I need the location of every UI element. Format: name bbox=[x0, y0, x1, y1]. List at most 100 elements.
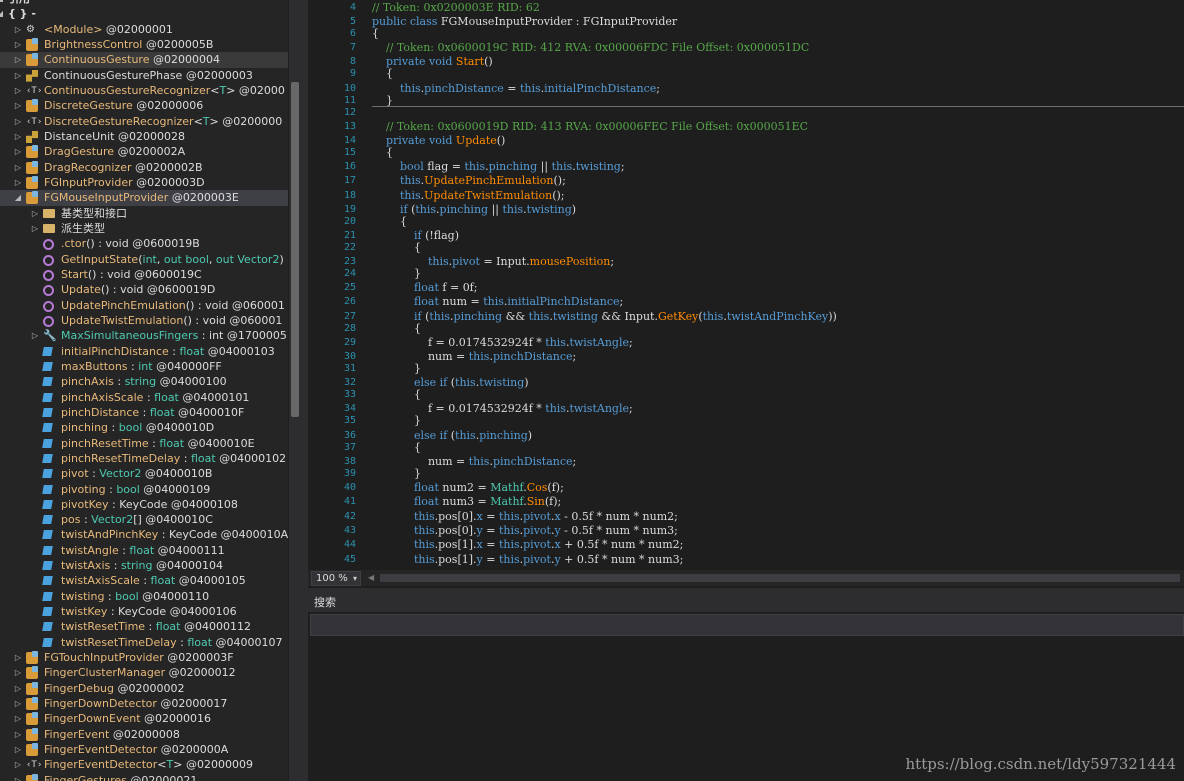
collapsed-arrow-icon[interactable]: ▷ bbox=[14, 757, 22, 772]
tree-item[interactable]: ▷ FingerEventDetector @0200000A bbox=[0, 742, 288, 757]
tree-item[interactable]: ▷ DistanceUnit @02000028 bbox=[0, 129, 288, 144]
tree-item[interactable]: ▷ FGTouchInputProvider @0200003F bbox=[0, 650, 288, 665]
tree-item[interactable]: ◢ { } - bbox=[0, 6, 288, 21]
tree-item-label: FingerDebug @02000002 bbox=[44, 681, 185, 696]
horizontal-scrollbar[interactable] bbox=[380, 574, 1180, 582]
tree-item[interactable]: ▷ 派生类型 bbox=[0, 221, 288, 236]
code-line: 40 float num2 = Mathf.Cos(f); bbox=[308, 481, 1184, 494]
field-icon bbox=[42, 377, 53, 387]
collapsed-arrow-icon[interactable]: ▷ bbox=[14, 98, 22, 113]
tree-item[interactable]: ▷ FingerEvent @02000008 bbox=[0, 727, 288, 742]
tree-item[interactable]: pivot : Vector2 @0400010B bbox=[0, 466, 288, 481]
tree-item[interactable]: Update() : void @0600019D bbox=[0, 282, 288, 297]
collapsed-arrow-icon[interactable]: ▷ bbox=[14, 68, 22, 83]
tree-item[interactable]: twistResetTime : float @04000112 bbox=[0, 619, 288, 634]
tree-item-text: Update bbox=[61, 283, 101, 297]
tree-item[interactable]: pinchAxis : string @04000100 bbox=[0, 374, 288, 389]
collapsed-arrow-icon[interactable]: ▷ bbox=[14, 773, 22, 781]
tree-item[interactable]: ▷ DragGesture @0200002A bbox=[0, 144, 288, 159]
tree-item[interactable]: twistAxisScale : float @04000105 bbox=[0, 573, 288, 588]
collapsed-arrow-icon[interactable]: ▷ bbox=[14, 114, 22, 129]
code-text: { bbox=[372, 388, 421, 401]
collapsed-arrow-icon[interactable]: ▷ bbox=[14, 160, 22, 175]
tree-item[interactable]: GetInputState(int, out bool, out Vector2… bbox=[0, 252, 288, 267]
tree-item-label: DiscreteGestureRecognizer<T> @0200000 bbox=[44, 114, 282, 129]
collapsed-arrow-icon[interactable]: ▷ bbox=[14, 665, 22, 680]
search-input[interactable] bbox=[310, 614, 1184, 636]
collapsed-arrow-icon[interactable]: ▷ bbox=[14, 83, 22, 98]
tree-item[interactable]: UpdatePinchEmulation() : void @060001 bbox=[0, 298, 288, 313]
tree-item-text: ContinuousGestureRecognizer bbox=[44, 83, 211, 97]
tree-item[interactable]: ▷ ‹T› DiscreteGestureRecognizer<T> @020000… bbox=[0, 114, 288, 129]
code-editor[interactable]: 4// Token: 0x0200003E RID: 62 5 public cla… bbox=[308, 0, 1184, 570]
tree-item[interactable]: ▷ FingerDownEvent @02000016 bbox=[0, 711, 288, 726]
tree-item[interactable]: pinchResetTimeDelay : float @04000102 bbox=[0, 451, 288, 466]
zoom-dropdown[interactable]: 100 % ▾ bbox=[311, 571, 361, 586]
tree-item-text: ContinuousGesturePhase @02000003 bbox=[44, 68, 253, 82]
tree-item[interactable]: pinchDistance : float @0400010F bbox=[0, 405, 288, 420]
code-token: - 0.5f * num * num3; bbox=[560, 524, 678, 537]
tree-item[interactable]: ▷ DiscreteGesture @02000006 bbox=[0, 98, 288, 113]
tree-item[interactable]: twistAndPinchKey : KeyCode @0400010A bbox=[0, 527, 288, 542]
collapsed-arrow-icon[interactable]: ▷ bbox=[14, 52, 22, 67]
tree-item[interactable]: initialPinchDistance : float @04000103 bbox=[0, 344, 288, 359]
tree-item-text: GetInputState bbox=[61, 252, 139, 266]
tree-item[interactable]: ▷ FingerGestures @02000021 bbox=[0, 773, 288, 781]
tree-item[interactable]: twistKey : KeyCode @04000106 bbox=[0, 604, 288, 619]
collapsed-arrow-icon[interactable]: ▷ bbox=[14, 175, 22, 190]
tree-item[interactable]: ▷ FingerDebug @02000002 bbox=[0, 681, 288, 696]
collapsed-arrow-icon[interactable]: ▷ bbox=[14, 129, 22, 144]
collapsed-arrow-icon[interactable]: ▷ bbox=[14, 650, 22, 665]
collapsed-arrow-icon[interactable]: ▷ bbox=[31, 328, 39, 343]
tree-item[interactable]: pivotKey : KeyCode @04000108 bbox=[0, 497, 288, 512]
tree-item[interactable]: ◢ FGMouseInputProvider @0200003E bbox=[0, 190, 288, 206]
code-token: (); bbox=[553, 174, 566, 187]
collapsed-arrow-icon[interactable]: ▷ bbox=[14, 22, 22, 37]
tree-item[interactable]: ▷ ContinuousGesture @02000004 bbox=[0, 52, 288, 68]
tree-item[interactable]: ▷ 🔧 MaxSimultaneousFingers : int @1700005 bbox=[0, 328, 288, 343]
tree-item[interactable]: ▷ 基类型和接口 bbox=[0, 206, 288, 221]
tree-item[interactable]: pivoting : bool @04000109 bbox=[0, 482, 288, 497]
collapsed-arrow-icon[interactable]: ▷ bbox=[14, 727, 22, 742]
collapsed-arrow-icon[interactable]: ▷ bbox=[14, 711, 22, 726]
assembly-tree-panel[interactable]: ◢ 引用 ◢ { } - ▷ ⚙ <Module> @02000001 ▷ Brightness… bbox=[0, 0, 288, 781]
collapsed-arrow-icon[interactable]: ▷ bbox=[31, 221, 39, 236]
tree-item[interactable]: ▷ FingerDownDetector @02000017 bbox=[0, 696, 288, 711]
collapsed-arrow-icon[interactable]: ▷ bbox=[31, 206, 39, 221]
tree-item[interactable]: twistResetTimeDelay : float @04000107 bbox=[0, 635, 288, 650]
tree-item[interactable]: twisting : bool @04000110 bbox=[0, 589, 288, 604]
tree-item[interactable]: pos : Vector2[] @0400010C bbox=[0, 512, 288, 527]
tree-item[interactable]: pinchAxisScale : float @04000101 bbox=[0, 390, 288, 405]
tree-item[interactable]: UpdateTwistEmulation() : void @060001 bbox=[0, 313, 288, 328]
tree-item[interactable]: ▷ ‹T› FingerEventDetector<T> @02000009 bbox=[0, 757, 288, 772]
tree-item[interactable]: ▷ ‹T› ContinuousGestureRecognizer<T> @0200… bbox=[0, 83, 288, 98]
tree-item[interactable]: ▷ BrightnessControl @0200005B bbox=[0, 37, 288, 52]
code-text: { bbox=[372, 146, 393, 159]
tree-item[interactable]: ▷ ⚙ <Module> @02000001 bbox=[0, 22, 288, 37]
expanded-arrow-icon[interactable]: ◢ bbox=[0, 6, 4, 21]
scroll-left-icon[interactable]: ◀ bbox=[368, 573, 374, 582]
tree-item-label: 派生类型 bbox=[61, 221, 105, 236]
tree-item[interactable]: Start() : void @0600019C bbox=[0, 267, 288, 282]
tree-item[interactable]: twistAngle : float @04000111 bbox=[0, 543, 288, 558]
tree-item[interactable]: maxButtons : int @040000FF bbox=[0, 359, 288, 374]
tree-item[interactable]: .ctor() : void @0600019B bbox=[0, 236, 288, 251]
tree-item[interactable]: pinchResetTime : float @0400010E bbox=[0, 436, 288, 451]
tree-item[interactable]: ▷ DragRecognizer @0200002B bbox=[0, 160, 288, 175]
collapsed-arrow-icon[interactable]: ▷ bbox=[14, 37, 22, 52]
collapsed-arrow-icon[interactable]: ▷ bbox=[14, 681, 22, 696]
folder-icon bbox=[43, 208, 55, 218]
tree-scrollbar[interactable] bbox=[289, 0, 302, 781]
collapsed-arrow-icon[interactable]: ▷ bbox=[14, 696, 22, 711]
expanded-arrow-icon[interactable]: ◢ bbox=[14, 190, 22, 205]
tree-item[interactable]: pinching : bool @0400010D bbox=[0, 420, 288, 435]
tree-item[interactable]: ▷ FingerClusterManager @02000012 bbox=[0, 665, 288, 680]
tree-scrollbar-thumb[interactable] bbox=[291, 82, 299, 417]
tree-item-text: Start bbox=[61, 267, 88, 281]
tree-item[interactable]: ▷ FGInputProvider @0200003D bbox=[0, 175, 288, 190]
tree-item[interactable]: twistAxis : string @04000104 bbox=[0, 558, 288, 573]
collapsed-arrow-icon[interactable]: ▷ bbox=[14, 742, 22, 757]
tree-item[interactable]: ▷ ContinuousGesturePhase @02000003 bbox=[0, 68, 288, 83]
collapsed-arrow-icon[interactable]: ▷ bbox=[14, 144, 22, 159]
